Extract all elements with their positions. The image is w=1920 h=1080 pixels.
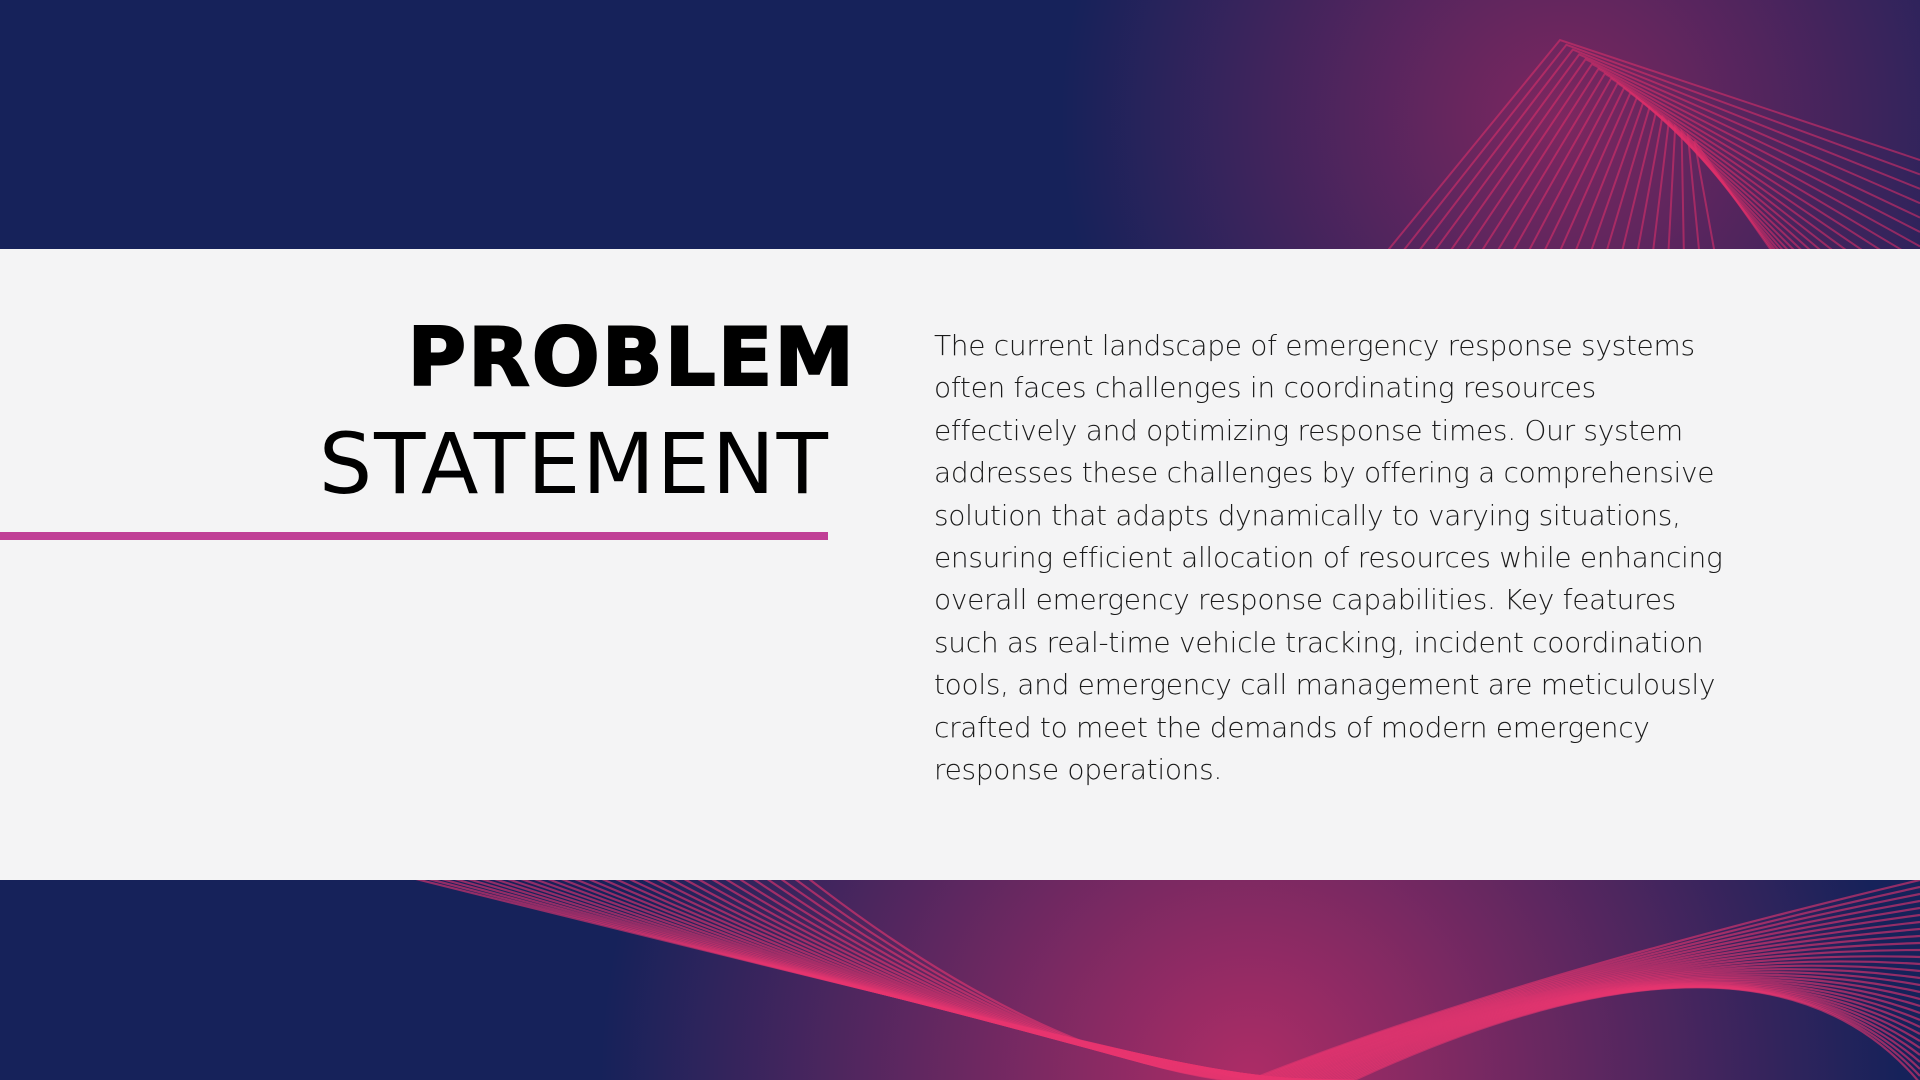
problem-description: The current landscape of emergency respo…	[934, 329, 1723, 787]
slide-title-bold: PROBLEM	[407, 311, 856, 404]
slide-title-regular: STATEMENT	[318, 415, 830, 513]
accent-underline	[0, 532, 828, 540]
